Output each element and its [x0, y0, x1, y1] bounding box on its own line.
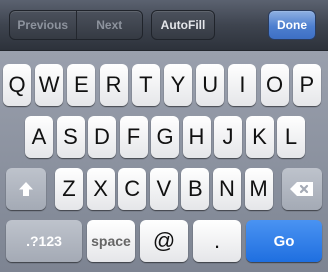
key-d[interactable]: D — [88, 116, 116, 158]
key-v[interactable]: V — [149, 168, 178, 210]
key-l[interactable]: L — [277, 116, 305, 158]
key-o[interactable]: O — [260, 64, 289, 106]
key-s[interactable]: S — [56, 116, 85, 158]
key-z[interactable]: Z — [55, 168, 83, 210]
backspace-icon — [290, 182, 313, 196]
key-e[interactable]: E — [67, 64, 96, 106]
go-key[interactable]: Go — [246, 220, 322, 262]
key-n[interactable]: N — [213, 168, 241, 210]
dot-key[interactable]: . — [193, 220, 241, 262]
at-key[interactable]: @ — [140, 220, 188, 262]
key-i[interactable]: I — [228, 64, 257, 106]
key-p[interactable]: P — [292, 64, 321, 106]
key-w[interactable]: W — [35, 64, 64, 106]
autofill-button[interactable]: AutoFill — [151, 10, 215, 40]
key-g[interactable]: G — [151, 116, 179, 158]
form-toolbar: Previous Next AutoFill Done — [0, 0, 328, 51]
key-r[interactable]: R — [99, 64, 128, 106]
key-q[interactable]: Q — [3, 64, 31, 106]
key-k[interactable]: K — [245, 116, 274, 158]
key-x[interactable]: X — [86, 168, 115, 210]
virtual-keyboard: QWERTYUIOP ASDFGHJKL ZXCVBNM .?123 space… — [0, 51, 328, 272]
prev-next-segment: Previous Next — [9, 10, 143, 40]
key-u[interactable]: U — [196, 64, 225, 106]
key-c[interactable]: C — [118, 168, 147, 210]
next-button[interactable]: Next — [77, 11, 143, 39]
shift-key[interactable] — [6, 168, 46, 210]
key-b[interactable]: B — [181, 168, 210, 210]
key-f[interactable]: F — [119, 116, 148, 158]
previous-button[interactable]: Previous — [10, 11, 76, 39]
key-y[interactable]: Y — [164, 64, 192, 106]
key-h[interactable]: H — [182, 116, 211, 158]
key-m[interactable]: M — [244, 168, 273, 210]
delete-key[interactable] — [282, 168, 322, 210]
space-key[interactable]: space — [87, 220, 135, 262]
key-a[interactable]: A — [25, 116, 53, 158]
done-button[interactable]: Done — [268, 10, 316, 40]
key-t[interactable]: T — [131, 64, 160, 106]
key-j[interactable]: J — [214, 116, 242, 158]
numbers-key[interactable]: .?123 — [6, 220, 82, 262]
shift-arrow-icon — [19, 182, 33, 196]
